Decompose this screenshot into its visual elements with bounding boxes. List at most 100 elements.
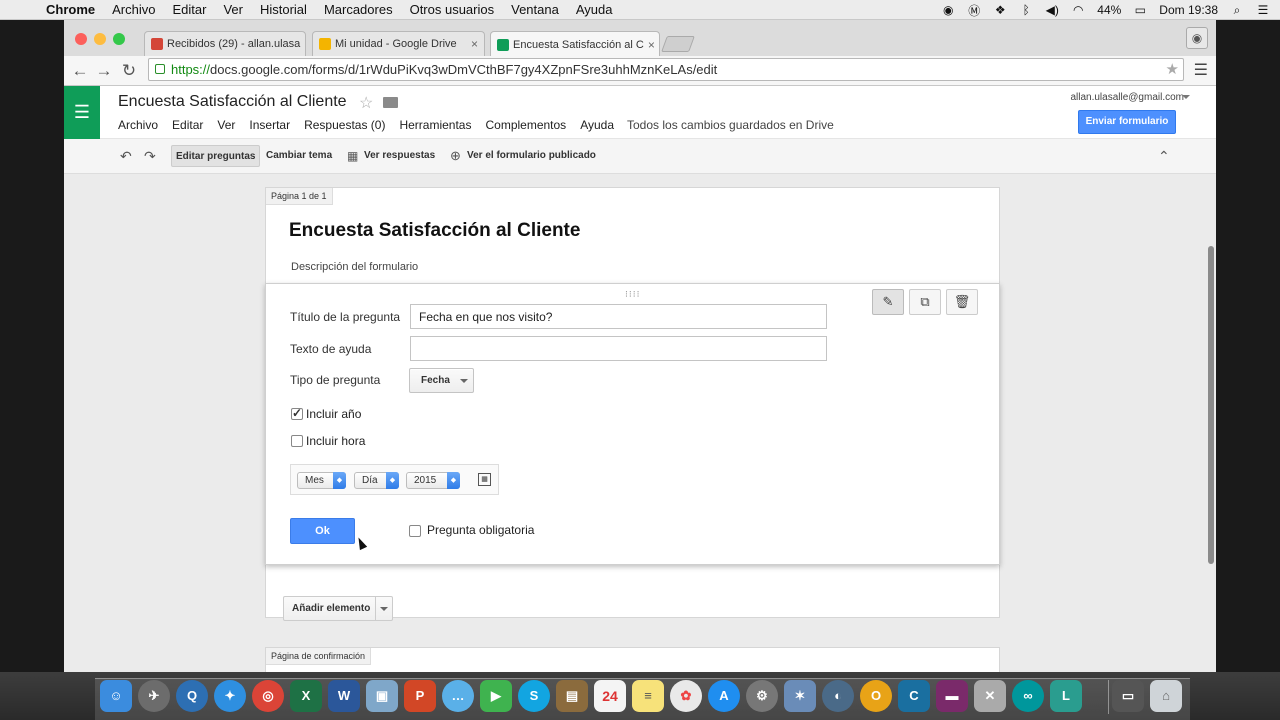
utility-icon[interactable]: ✶ <box>784 680 816 712</box>
menu-historial[interactable]: Historial <box>260 2 307 17</box>
close-window-button[interactable] <box>75 33 87 45</box>
quicktime-icon[interactable]: Q <box>176 680 208 712</box>
menu-ventana[interactable]: Ventana <box>511 2 559 17</box>
menu-ver[interactable]: Ver <box>223 2 243 17</box>
image-tool-icon[interactable]: ✕ <box>974 680 1006 712</box>
photos-icon[interactable]: ✿ <box>670 680 702 712</box>
dropbox-icon[interactable]: ❖ <box>993 3 1007 17</box>
question-type-select[interactable]: Fecha <box>409 368 474 393</box>
reload-icon[interactable]: ↻ <box>118 60 140 82</box>
forward-arrow-icon[interactable]: → <box>93 60 115 82</box>
facetime-icon[interactable]: ▶ <box>480 680 512 712</box>
include-time-label[interactable]: Incluir hora <box>306 434 365 448</box>
downloads-icon[interactable]: ▭ <box>1112 680 1144 712</box>
chrome-menu-icon[interactable]: ☰ <box>1194 60 1208 80</box>
duplicate-icon[interactable]: ⧉ <box>909 289 941 315</box>
arduino-icon[interactable]: ∞ <box>1012 680 1044 712</box>
excel-icon[interactable]: X <box>290 680 322 712</box>
outlook-icon[interactable]: O <box>860 680 892 712</box>
form-title[interactable]: Encuesta Satisfacción al Cliente <box>289 220 580 242</box>
l-app-icon[interactable]: L <box>1050 680 1082 712</box>
forms-logo-icon[interactable]: ☰ <box>64 86 100 139</box>
address-bar[interactable]: https://docs.google.com/forms/d/1rWduPiK… <box>148 58 1184 81</box>
bookmark-star-icon[interactable]: ★ <box>1166 59 1179 80</box>
tab-google-drive[interactable]: Mi unidad - Google Drive × <box>312 31 485 56</box>
finder-icon[interactable]: ☺ <box>100 680 132 712</box>
change-theme-button[interactable]: Cambiar tema <box>266 145 332 167</box>
menu-archivo[interactable]: Archivo <box>112 2 155 17</box>
launchpad-icon[interactable]: ✈ <box>138 680 170 712</box>
send-form-button[interactable]: Enviar formulario <box>1078 110 1176 134</box>
question-title-input[interactable] <box>410 304 827 329</box>
chevron-down-icon[interactable] <box>1182 95 1190 99</box>
add-item-button[interactable]: Añadir elemento <box>283 596 393 621</box>
tab-close-icon[interactable]: × <box>300 37 305 51</box>
battery-icon[interactable]: ▭ <box>1133 3 1147 17</box>
menu-editar[interactable]: Editar <box>172 118 203 132</box>
tab-close-icon[interactable]: × <box>644 38 655 52</box>
safari-icon[interactable]: ✦ <box>214 680 246 712</box>
edit-questions-button[interactable]: Editar preguntas <box>171 145 261 167</box>
app-menu-chrome[interactable]: Chrome <box>46 2 95 17</box>
view-responses-button[interactable]: Ver respuestas <box>364 145 435 167</box>
month-select[interactable]: Mes ◆ <box>297 472 346 489</box>
required-question-label[interactable]: Pregunta obligatoria <box>427 523 534 537</box>
menu-ayuda[interactable]: Ayuda <box>576 2 613 17</box>
messages-icon[interactable]: … <box>442 680 474 712</box>
chevron-down-icon[interactable] <box>380 607 388 611</box>
word-icon[interactable]: W <box>328 680 360 712</box>
back-arrow-icon[interactable]: ← <box>69 60 91 82</box>
menu-ver[interactable]: Ver <box>217 118 235 132</box>
year-select[interactable]: 2015 ◆ <box>406 472 460 489</box>
folder-icon[interactable] <box>383 97 398 108</box>
view-published-form-button[interactable]: Ver el formulario publicado <box>467 145 596 167</box>
include-year-label[interactable]: Incluir año <box>306 407 361 421</box>
edit-pencil-icon[interactable]: ✎ <box>872 289 904 315</box>
account-email[interactable]: allan.ulasalle@gmail.com <box>1070 92 1184 103</box>
menu-editar[interactable]: Editar <box>172 2 206 17</box>
new-tab-button[interactable] <box>661 36 695 52</box>
notification-center-icon[interactable]: ☰ <box>1256 3 1270 17</box>
ok-button[interactable]: Ok <box>290 518 355 544</box>
menu-insertar[interactable]: Insertar <box>249 118 290 132</box>
day-select[interactable]: Día ◆ <box>354 472 399 489</box>
menu-marcadores[interactable]: Marcadores <box>324 2 393 17</box>
telescope-icon[interactable]: ◐ <box>822 680 854 712</box>
m-app-icon[interactable]: Ⓜ <box>967 3 981 18</box>
document-title[interactable]: Encuesta Satisfacción al Cliente <box>118 93 347 111</box>
tab-close-icon[interactable]: × <box>467 37 478 51</box>
record-icon[interactable]: ◉ <box>941 3 955 17</box>
collapse-chevron-icon[interactable]: ⌃ <box>1158 145 1170 167</box>
notes-icon[interactable]: ≡ <box>632 680 664 712</box>
star-icon[interactable]: ☆ <box>359 93 373 113</box>
menu-otros-usuarios[interactable]: Otros usuarios <box>410 2 495 17</box>
redo-icon[interactable]: ↷ <box>144 145 156 167</box>
notebook-icon[interactable]: ▤ <box>556 680 588 712</box>
menu-complementos[interactable]: Complementos <box>485 118 566 132</box>
tab-gmail[interactable]: Recibidos (29) - allan.ulasa × <box>144 31 306 56</box>
app-store-icon[interactable]: A <box>708 680 740 712</box>
tab-forms[interactable]: Encuesta Satisfacción al C × <box>490 31 660 57</box>
chrome-icon[interactable]: ◎ <box>252 680 284 712</box>
trash-icon[interactable]: 🗑 <box>946 289 978 315</box>
powerpoint-icon[interactable]: P <box>404 680 436 712</box>
system-preferences-icon[interactable]: ⚙ <box>746 680 778 712</box>
spotlight-search-icon[interactable]: ⌕ <box>1230 3 1244 17</box>
volume-icon[interactable]: ◀) <box>1045 3 1059 17</box>
required-question-checkbox[interactable] <box>409 525 421 537</box>
help-text-input[interactable] <box>410 336 827 361</box>
menu-herramientas[interactable]: Herramientas <box>399 118 471 132</box>
include-time-checkbox[interactable] <box>291 435 303 447</box>
wifi-icon[interactable]: ◠ <box>1071 3 1085 17</box>
drag-handle-icon[interactable]: ⁝⁝⁝⁝ <box>625 289 640 300</box>
c-app-icon[interactable]: C <box>898 680 930 712</box>
menu-respuestas[interactable]: Respuestas (0) <box>304 118 385 132</box>
preview-icon[interactable]: ▣ <box>366 680 398 712</box>
form-description[interactable]: Descripción del formulario <box>291 261 418 273</box>
minimize-window-button[interactable] <box>94 33 106 45</box>
calendar-icon[interactable]: ▦ <box>478 473 491 486</box>
menu-ayuda[interactable]: Ayuda <box>580 118 614 132</box>
vertical-scrollbar[interactable] <box>1208 246 1214 564</box>
bluetooth-icon[interactable]: ᛒ <box>1019 3 1033 17</box>
undo-icon[interactable]: ↶ <box>120 145 132 167</box>
